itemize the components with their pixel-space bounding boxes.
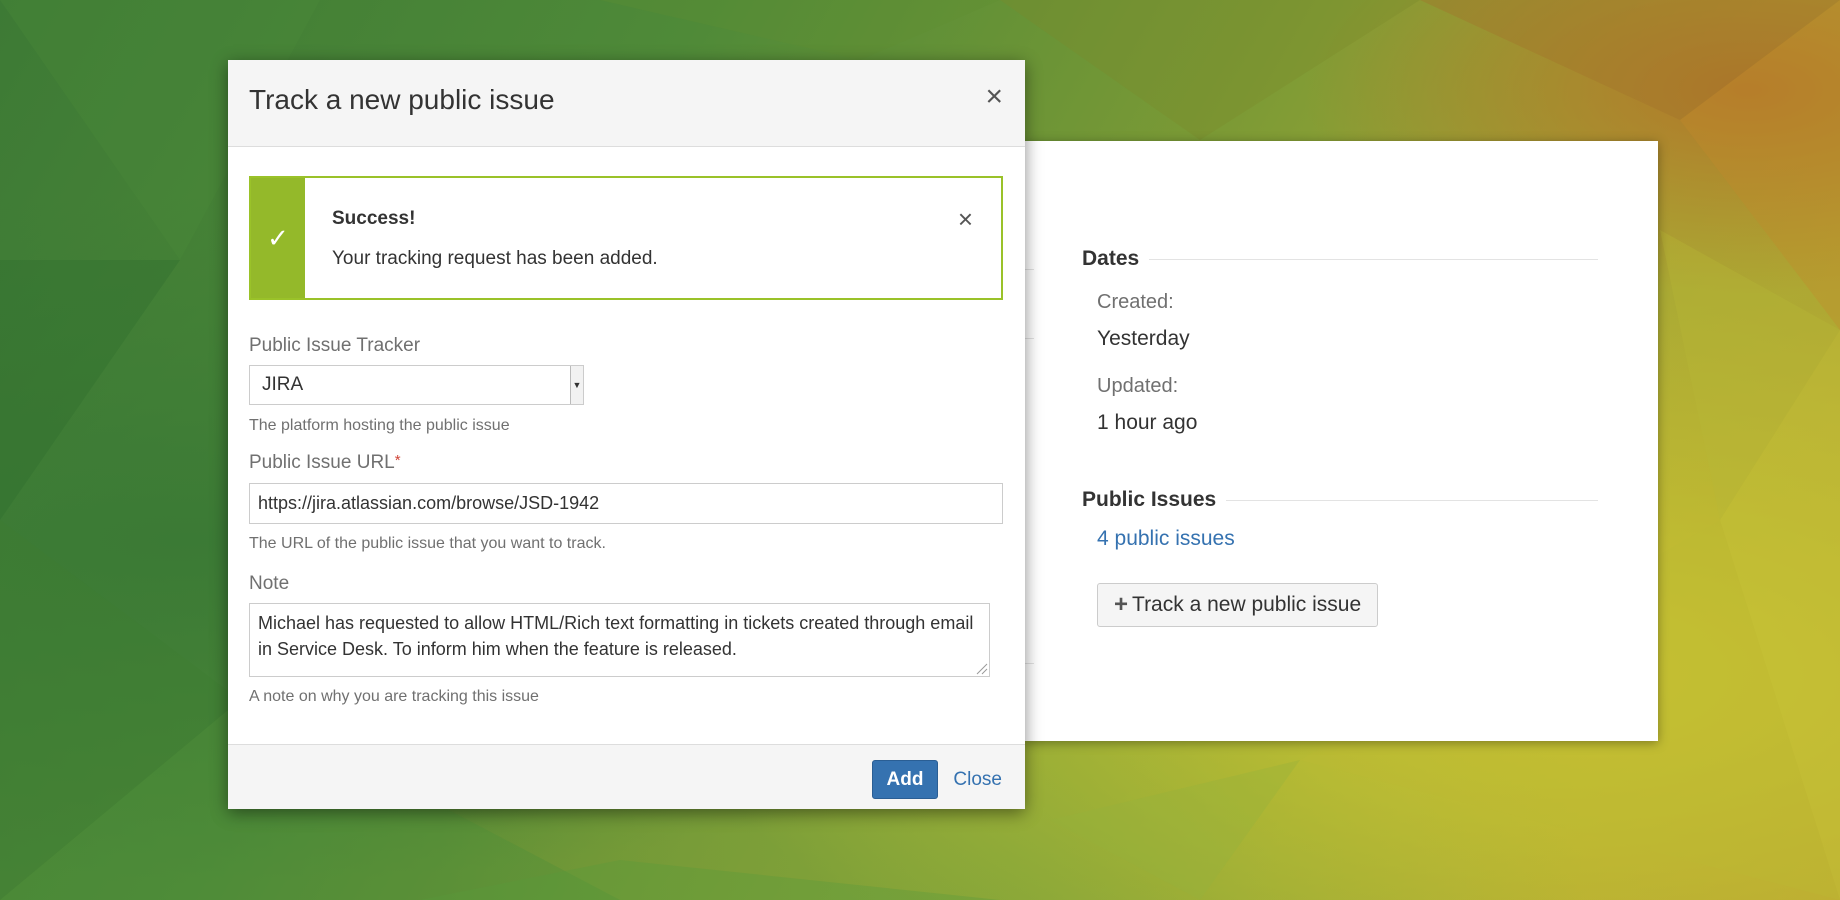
alert-bar: ✓ [251, 178, 305, 298]
public-issues-heading-text: Public Issues [1082, 488, 1217, 511]
dates-heading-text: Dates [1082, 247, 1140, 270]
divider [1024, 663, 1034, 664]
track-new-public-issue-button[interactable]: + Track a new public issue [1097, 583, 1379, 627]
tracker-selected-value: JIRA [262, 374, 304, 395]
url-input[interactable] [249, 483, 1003, 524]
updated-label: Updated: [1097, 375, 1179, 397]
track-button-label: Track a new public issue [1132, 593, 1362, 616]
alert-message: Your tracking request has been added. [332, 248, 658, 269]
required-mark: * [394, 452, 401, 469]
plus-icon: + [1114, 591, 1129, 618]
url-label: Public Issue URL* [249, 452, 401, 474]
public-issues-link[interactable]: 4 public issues [1097, 527, 1235, 551]
dialog-title: Track a new public issue [249, 84, 555, 115]
track-issue-dialog: Track a new public issue × ✓ Success! Yo… [228, 60, 1025, 809]
alert-close-icon[interactable]: × [958, 206, 973, 232]
heading-rule [1226, 499, 1598, 501]
close-button[interactable]: Close [953, 769, 1002, 791]
dialog-footer: Add Close [228, 744, 1025, 809]
issue-details-panel: Dates Created: Yesterday Updated: 1 hour… [1024, 141, 1658, 741]
tracker-select[interactable]: JIRA ▼ [249, 365, 584, 405]
divider [1024, 269, 1034, 270]
resize-grip-icon[interactable] [974, 661, 988, 675]
updated-value: 1 hour ago [1097, 411, 1198, 434]
created-label: Created: [1097, 291, 1174, 313]
tracker-help: The platform hosting the public issue [249, 417, 510, 434]
note-label: Note [249, 573, 290, 594]
note-textarea[interactable]: Michael has requested to allow HTML/Rich… [249, 603, 990, 677]
chevron-down-icon: ▼ [570, 366, 583, 404]
note-help: A note on why you are tracking this issu… [249, 688, 539, 705]
created-value: Yesterday [1097, 327, 1190, 350]
tracker-label: Public Issue Tracker [249, 335, 421, 356]
url-label-text: Public Issue URL [249, 452, 395, 473]
dialog-header: Track a new public issue × [228, 60, 1025, 147]
success-alert: ✓ Success! Your tracking request has bee… [249, 176, 1003, 300]
url-help: The URL of the public issue that you wan… [249, 535, 606, 552]
heading-rule [1149, 258, 1598, 260]
close-icon[interactable]: × [985, 82, 1003, 112]
public-issues-heading: Public Issues [1082, 488, 1598, 512]
add-button[interactable]: Add [872, 760, 938, 799]
check-icon: ✓ [267, 222, 289, 253]
dates-heading: Dates [1082, 247, 1598, 271]
alert-title: Success! [332, 208, 416, 229]
divider [1024, 338, 1034, 339]
